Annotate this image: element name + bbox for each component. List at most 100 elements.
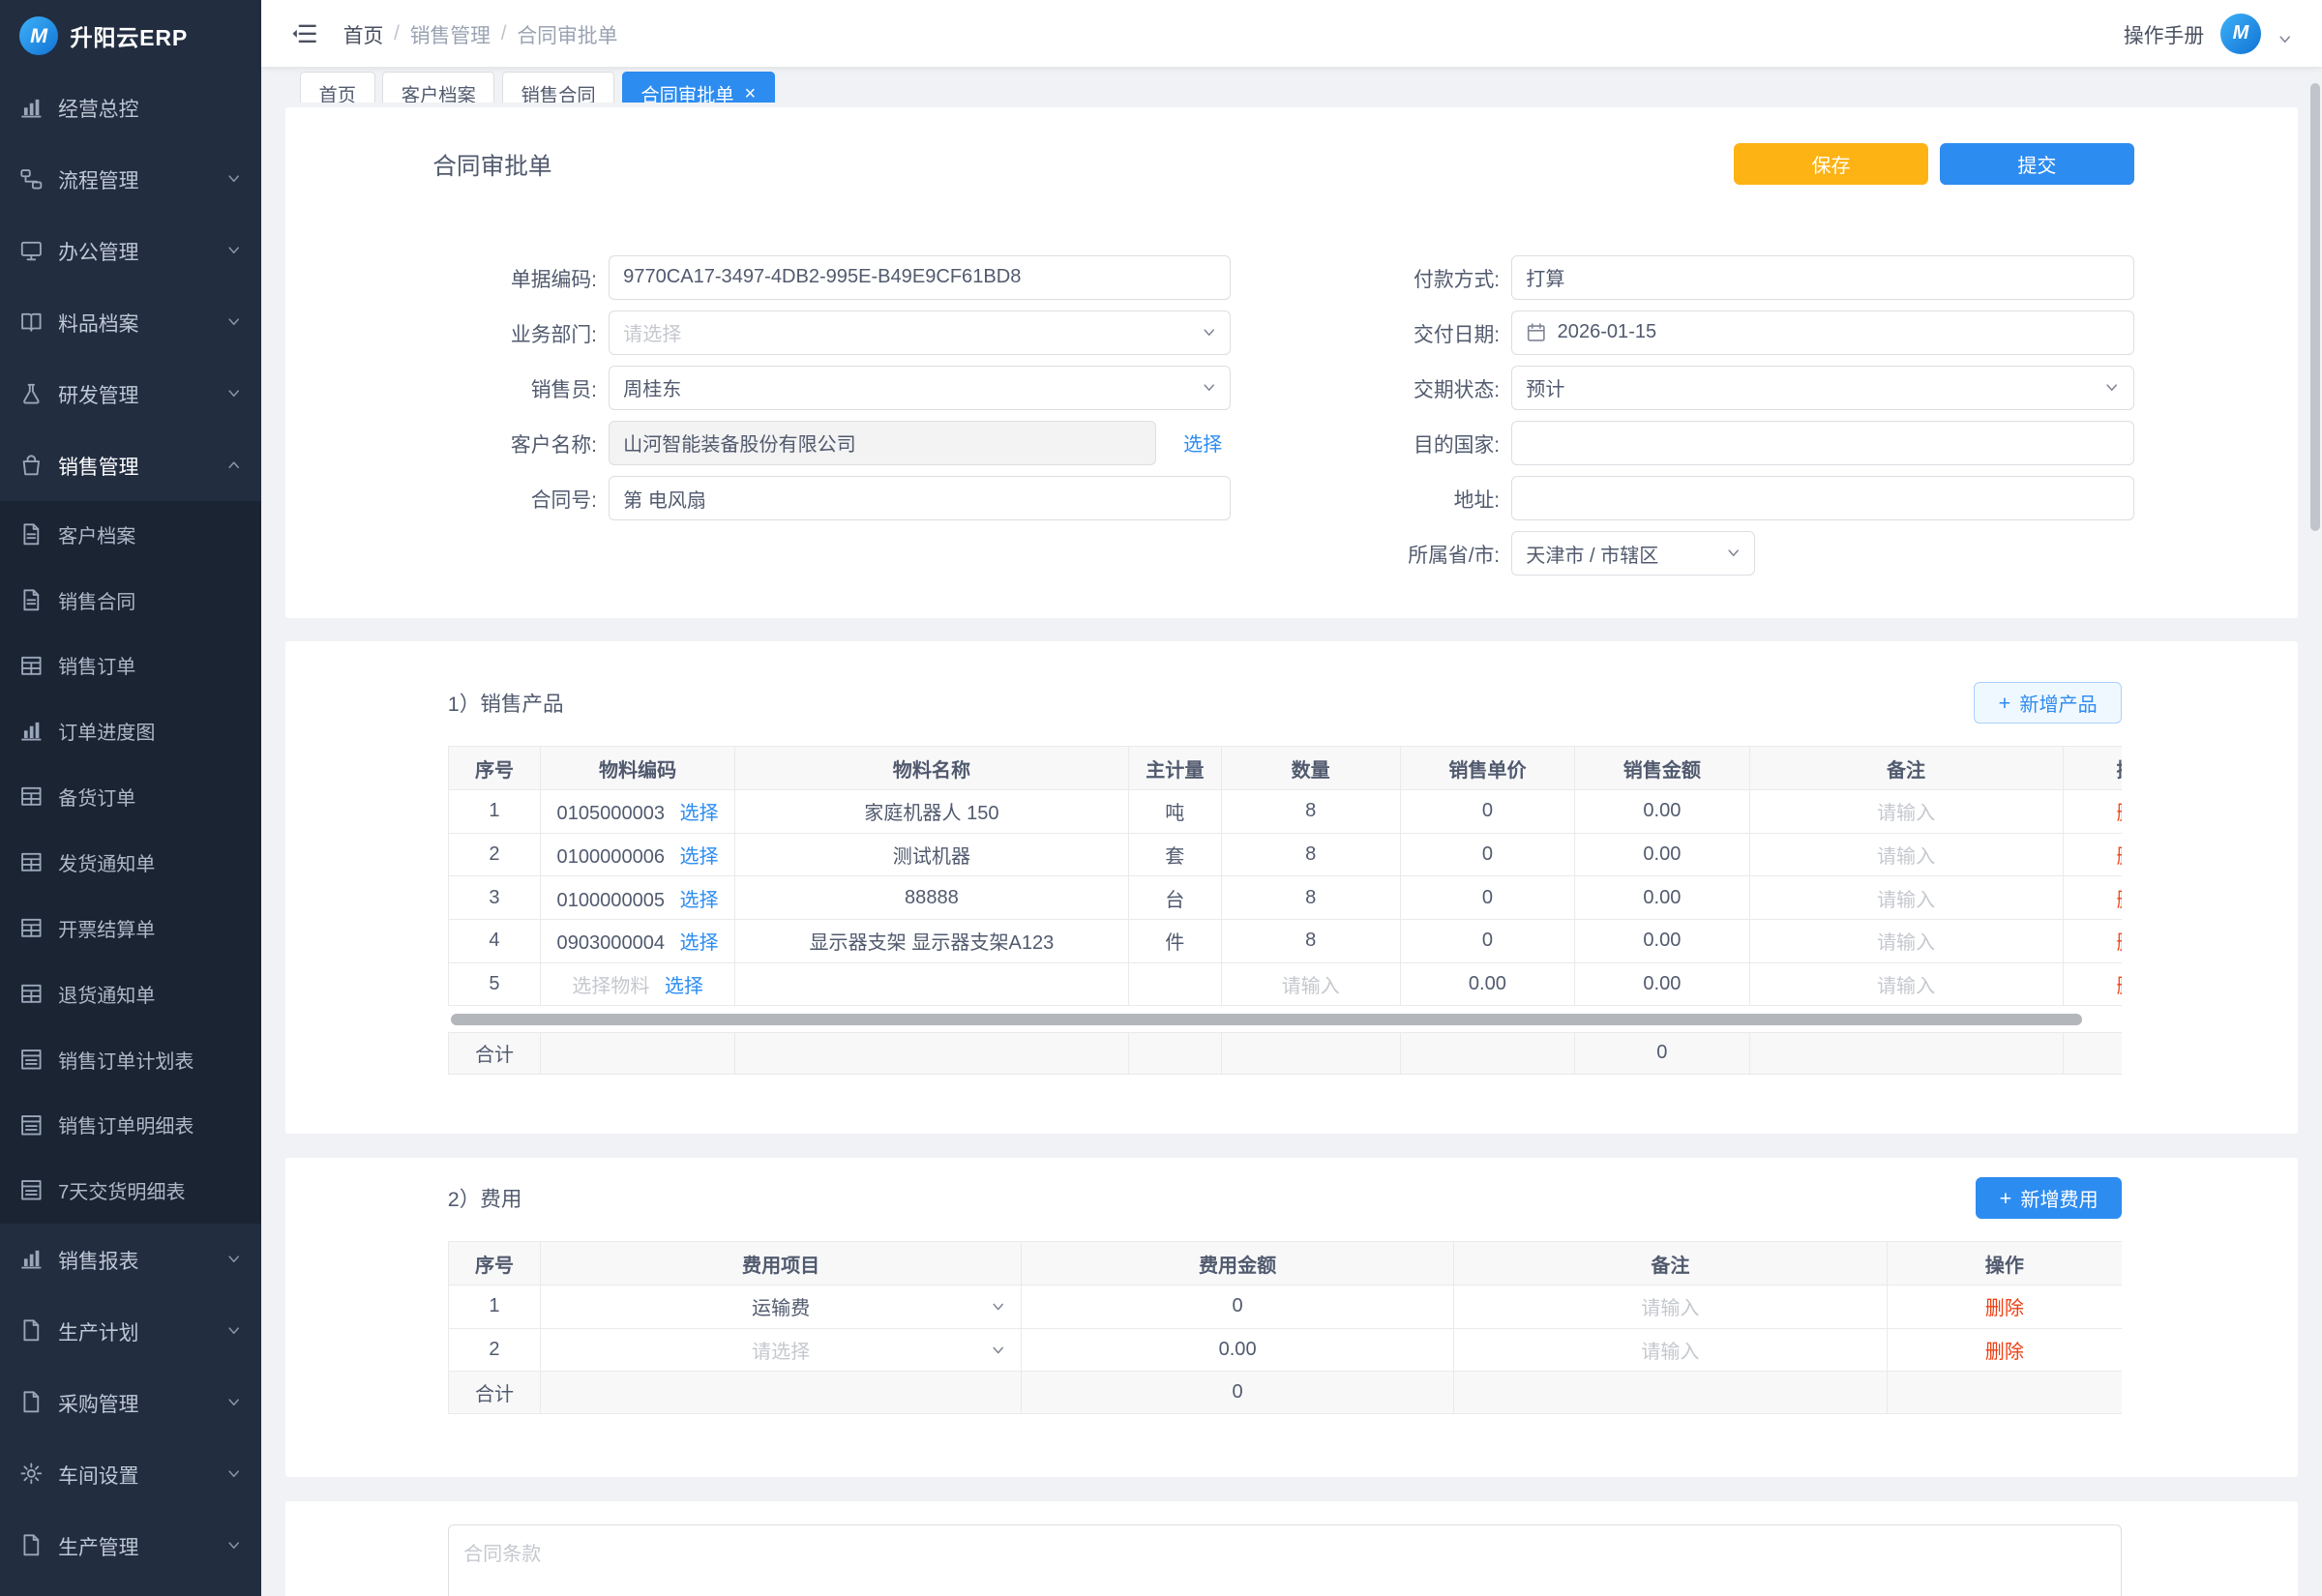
delete-row-link[interactable]: 删除 — [2117, 976, 2123, 997]
cell-remark[interactable]: 请输入 — [1749, 876, 2063, 920]
sidebar-item-21[interactable]: 生产管理 — [0, 1510, 261, 1581]
cell-qty[interactable]: 8 — [1221, 789, 1400, 833]
sidebar-item-15[interactable]: 销售订单明细表 — [0, 1092, 261, 1158]
cell-price[interactable]: 0 — [1400, 920, 1574, 963]
sidebar-item-4[interactable]: 研发管理 — [0, 358, 261, 429]
customer-name-input[interactable]: 山河智能装备股份有限公司 — [609, 421, 1156, 465]
address-input[interactable] — [1511, 476, 2133, 520]
cell-qty[interactable]: 8 — [1221, 876, 1400, 920]
cell-price[interactable]: 0 — [1400, 876, 1574, 920]
delete-fee-link[interactable]: 删除 — [1985, 1342, 2024, 1363]
sidebar-item-2[interactable]: 办公管理 — [0, 215, 261, 286]
add-product-button[interactable]: + 新增产品 — [1974, 682, 2122, 724]
cell-remark[interactable]: 请输入 — [1454, 1285, 1887, 1328]
sidebar-item-1[interactable]: 流程管理 — [0, 143, 261, 215]
cell-remark[interactable]: 请输入 — [1749, 833, 2063, 876]
delivery-date-input[interactable]: 2026-01-15 — [1511, 310, 2133, 355]
form-row: 销售员:周桂东 — [432, 366, 1231, 410]
choose-material-link[interactable]: 选择 — [679, 932, 718, 954]
vertical-scrollbar-thumb[interactable] — [2310, 83, 2321, 531]
contract-no-input[interactable]: 第 电风扇 — [609, 476, 1231, 520]
manual-link[interactable]: 操作手册 — [2124, 19, 2204, 48]
payment-method-input[interactable]: 打算 — [1511, 255, 2133, 300]
sidebar-item-19[interactable]: 采购管理 — [0, 1367, 261, 1438]
cell-remark[interactable]: 请输入 — [1749, 920, 2063, 963]
horizontal-scrollbar[interactable] — [448, 1014, 2123, 1025]
breadcrumb-item-1[interactable]: 销售管理 — [410, 19, 491, 48]
avatar[interactable]: M — [2220, 14, 2261, 54]
tab-2[interactable]: 销售合同 — [502, 72, 614, 103]
tab-1[interactable]: 客户档案 — [382, 72, 494, 103]
delete-row-link[interactable]: 删除 — [2117, 846, 2123, 868]
bill-code-input[interactable]: 9770CA17-3497-4DB2-995E-B49E9CF61BD8 — [609, 255, 1231, 300]
sidebar-item-3[interactable]: 料品档案 — [0, 286, 261, 358]
fee-item-select[interactable]: 请选择 — [541, 1328, 1022, 1372]
cell-price[interactable]: 0 — [1400, 833, 1574, 876]
cell-remark[interactable]: 请输入 — [1749, 962, 2063, 1006]
vertical-scrollbar[interactable] — [2310, 72, 2321, 1593]
choose-material-link[interactable]: 选择 — [679, 803, 718, 824]
submit-button[interactable]: 提交 — [1940, 143, 2134, 185]
dest-country-input[interactable] — [1511, 421, 2133, 465]
cell-price[interactable]: 0 — [1400, 789, 1574, 833]
cell-fee-amount[interactable]: 0.00 — [1021, 1328, 1453, 1372]
sidebar-item-13[interactable]: 退货通知单 — [0, 961, 261, 1026]
sidebar-item-14[interactable]: 销售订单计划表 — [0, 1026, 261, 1092]
add-fee-button[interactable]: + 新增费用 — [1976, 1177, 2122, 1219]
cell-remark[interactable]: 请输入 — [1749, 789, 2063, 833]
sidebar-item-17[interactable]: 销售报表 — [0, 1224, 261, 1295]
tab-0[interactable]: 首页 — [300, 72, 375, 103]
department-select[interactable]: 请选择 — [609, 310, 1231, 355]
chevron-down-icon — [226, 1323, 241, 1338]
cell-qty[interactable]: 请输入 — [1221, 962, 1400, 1006]
tab-3[interactable]: 合同审批单 × — [622, 72, 775, 103]
choose-material-link[interactable]: 选择 — [679, 890, 718, 911]
contract-terms-textarea[interactable]: 合同条款 — [448, 1524, 2123, 1596]
salesman-select[interactable]: 周桂东 — [609, 366, 1231, 410]
sidebar-item-11[interactable]: 发货通知单 — [0, 830, 261, 896]
delete-fee-link[interactable]: 删除 — [1985, 1298, 2024, 1319]
tab-label: 合同审批单 — [640, 80, 733, 103]
chevron-down-icon[interactable] — [2277, 32, 2292, 46]
sheet-icon — [19, 1113, 44, 1138]
choose-material-link[interactable]: 选择 — [665, 976, 703, 997]
sidebar-item-6[interactable]: 客户档案 — [0, 501, 261, 567]
breadcrumb-item-0[interactable]: 首页 — [343, 19, 384, 48]
sidebar-item-10[interactable]: 备货订单 — [0, 764, 261, 830]
sidebar-item-0[interactable]: 经营总控 — [0, 72, 261, 143]
sidebar-item-7[interactable]: 销售合同 — [0, 567, 261, 633]
fee-item-select[interactable]: 运输费 — [541, 1285, 1022, 1328]
chevron-down-icon — [226, 1252, 241, 1266]
breadcrumb-item-2[interactable]: 合同审批单 — [517, 19, 617, 48]
delete-row-link[interactable]: 删除 — [2117, 803, 2123, 824]
delete-row-link[interactable]: 删除 — [2117, 890, 2123, 911]
delete-row-link[interactable]: 删除 — [2117, 932, 2123, 954]
sidebar-item-5[interactable]: 销售管理 — [0, 429, 261, 501]
cell-qty[interactable]: 8 — [1221, 833, 1400, 876]
save-button[interactable]: 保存 — [1734, 143, 1928, 185]
sidebar-item-9[interactable]: 订单进度图 — [0, 698, 261, 764]
chevron-down-icon — [1202, 325, 1216, 340]
choose-material-link[interactable]: 选择 — [679, 846, 718, 868]
customer-name-choose-link[interactable]: 选择 — [1183, 429, 1222, 457]
province-city-select[interactable]: 天津市 / 市辖区 — [1511, 531, 1754, 576]
sidebar-item-label: 销售报表 — [58, 1245, 221, 1274]
dest-country-label: 目的国家: — [1231, 429, 1511, 458]
products-card: 1）销售产品 + 新增产品 序号物料编码物料名称主计量数量销售单价销售金额备注操… — [285, 641, 2299, 1134]
cell-qty[interactable]: 8 — [1221, 920, 1400, 963]
cell-remark[interactable]: 请输入 — [1454, 1328, 1887, 1372]
cell-fee-amount[interactable]: 0 — [1021, 1285, 1453, 1328]
delivery-status-select[interactable]: 预计 — [1511, 366, 2133, 410]
sidebar-item-8[interactable]: 销售订单 — [0, 633, 261, 698]
chevron-up-icon — [226, 458, 241, 472]
tab-close-icon[interactable]: × — [744, 84, 756, 103]
sidebar-collapse-icon[interactable] — [291, 23, 316, 44]
sidebar-item-18[interactable]: 生产计划 — [0, 1295, 261, 1367]
contract-form-card: 合同审批单 保存 提交 单据编码:9770CA17-3497-4DB2-995E… — [285, 107, 2299, 618]
sidebar-item-22[interactable]: 车间管理 — [0, 1581, 261, 1596]
cell-price[interactable]: 0.00 — [1400, 962, 1574, 1006]
horizontal-scrollbar-thumb[interactable] — [451, 1014, 2082, 1025]
sidebar-item-12[interactable]: 开票结算单 — [0, 895, 261, 961]
sidebar-item-20[interactable]: 车间设置 — [0, 1438, 261, 1510]
sidebar-item-16[interactable]: 7天交货明细表 — [0, 1158, 261, 1224]
